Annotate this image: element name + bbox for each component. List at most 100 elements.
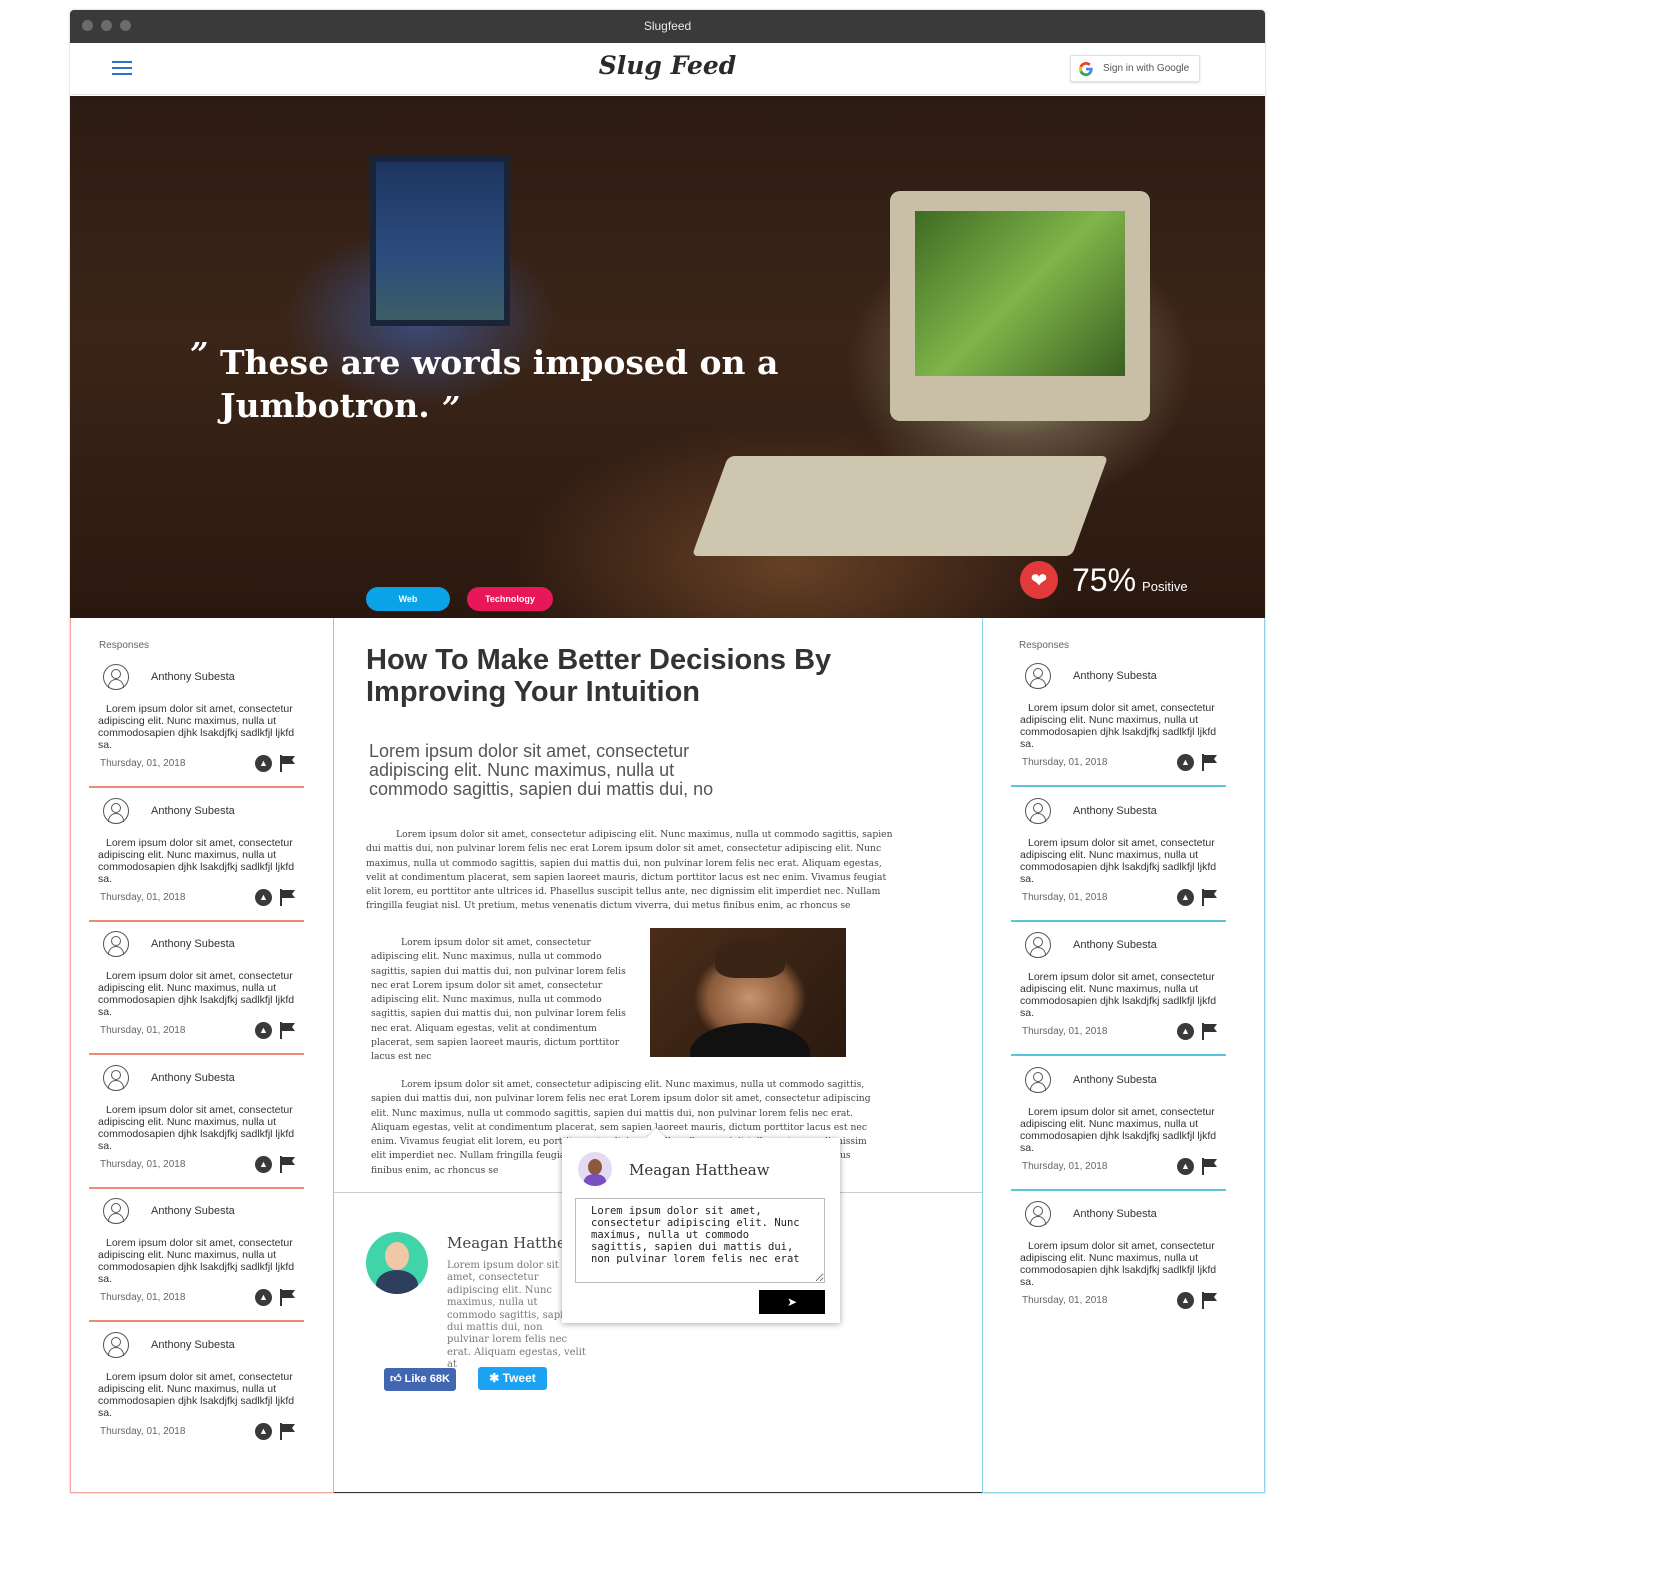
flag-icon[interactable] [1201,1157,1219,1175]
upvote-icon[interactable]: ▲ [1177,1292,1194,1309]
response-date: Thursday, 01, 2018 [1022,1160,1108,1172]
heart-icon[interactable]: ❤ [1020,561,1058,599]
response-date: Thursday, 01, 2018 [100,1425,186,1437]
article-photo [650,928,846,1057]
comment-popover: Meagan Hattheaw ➤ [562,1128,840,1323]
response-text: Lorem ipsum dolor sit amet, consectetur … [98,1103,295,1152]
rating-badge: ❤ 75% Positive [1020,561,1188,599]
flag-icon[interactable] [279,1422,297,1440]
response-author[interactable]: Anthony Subesta [1073,1208,1157,1220]
google-icon [1079,61,1093,76]
response-card: Anthony Subesta Lorem ipsum dolor sit ame… [1011,922,1245,1062]
hero-background-window [370,156,510,326]
response-card: Anthony Subesta Lorem ipsum dolor sit ame… [1011,653,1245,793]
facebook-like-label: Like 68K [404,1373,450,1385]
upvote-icon[interactable]: ▲ [1177,1023,1194,1040]
user-avatar-icon[interactable] [1025,663,1051,689]
flag-icon[interactable] [279,1288,297,1306]
upvote-icon[interactable]: ▲ [1177,1157,1194,1175]
comment-textarea[interactable] [575,1198,825,1283]
upvote-icon[interactable]: ▲ [255,1155,272,1173]
twitter-bird-icon: ✱ [489,1371,500,1385]
response-card: Anthony Subesta Lorem ipsum dolor sit ame… [89,921,323,1061]
response-card: Anthony Subesta Lorem ipsum dolor sit ame… [89,654,323,794]
user-avatar-icon[interactable] [103,1064,129,1091]
response-card: Anthony Subesta Lorem ipsum dolor sit ame… [89,1055,323,1195]
upvote-icon[interactable]: ▲ [255,755,272,772]
send-comment-button[interactable]: ➤ [759,1290,825,1314]
left-responses-column: Responses Anthony Subesta Lorem ipsum dol… [70,618,334,1493]
upvote-icon[interactable]: ▲ [1177,888,1194,906]
response-card: Anthony Subesta Lorem ipsum dolor sit ame… [1011,788,1245,928]
response-text: Lorem ipsum dolor sit amet, consectetur … [98,836,295,885]
user-avatar-icon[interactable] [1025,1201,1051,1227]
google-signin-label: Sign in with Google [1103,63,1190,74]
quote-close-mark: ” [442,389,461,427]
response-author[interactable]: Anthony Subesta [151,805,235,817]
response-card: Anthony Subesta Lorem ipsum dolor sit ame… [89,788,323,928]
response-date: Thursday, 01, 2018 [1022,1295,1108,1306]
response-date: Thursday, 01, 2018 [100,1025,186,1036]
flag-icon[interactable] [279,1155,297,1173]
left-responses-title: Responses [99,640,150,651]
tweet-button[interactable]: ✱ Tweet [478,1367,547,1390]
flag-icon[interactable] [1201,1022,1219,1040]
response-author[interactable]: Anthony Subesta [151,938,235,950]
response-text: Lorem ipsum dolor sit amet, consectetur … [98,970,295,1018]
article-paragraph-1: Lorem ipsum dolor sit amet, consectetur … [366,829,893,912]
response-author[interactable]: Anthony Subesta [151,1072,235,1084]
response-date: Thursday, 01, 2018 [100,891,186,903]
upvote-icon[interactable]: ▲ [255,1022,272,1039]
hero-jumbotron: ” These are words imposed on a Jumbotron… [70,96,1265,618]
article-lead: Lorem ipsum dolor sit amet, consectetur … [369,741,714,799]
response-text: Lorem ipsum dolor sit amet, consectetur … [1020,836,1217,885]
response-author[interactable]: Anthony Subesta [151,1339,235,1351]
response-author[interactable]: Anthony Subesta [1073,670,1157,682]
response-author[interactable]: Anthony Subesta [1073,939,1157,951]
response-author[interactable]: Anthony Subesta [151,1205,235,1217]
title-bar: Slugfeed [70,10,1265,43]
right-responses-column: Responses Anthony Subesta Lorem ipsum dol… [982,618,1265,1493]
response-date: Thursday, 01, 2018 [1022,891,1108,903]
response-author[interactable]: Anthony Subesta [1073,805,1157,817]
upvote-icon[interactable]: ▲ [1177,754,1194,771]
flag-icon[interactable] [279,888,297,906]
upvote-icon[interactable]: ▲ [255,888,272,906]
response-author[interactable]: Anthony Subesta [1073,1074,1157,1086]
flag-icon[interactable] [1201,1291,1219,1309]
user-avatar-icon[interactable] [1025,1066,1051,1093]
response-card: Anthony Subesta Lorem ipsum dolor sit ame… [1015,1191,1245,1331]
navbar: Slug Feed Sign in with Google [70,43,1265,95]
article-title: How To Make Better Decisions By Improvin… [366,644,832,708]
tag-web[interactable]: Web [366,587,450,611]
user-avatar-icon[interactable] [103,797,129,824]
user-avatar-icon[interactable] [103,931,129,957]
response-text: Lorem ipsum dolor sit amet, consectetur … [98,703,295,751]
upvote-icon[interactable]: ▲ [255,1422,272,1440]
flag-icon[interactable] [1201,888,1219,906]
response-author[interactable]: Anthony Subesta [151,671,235,683]
facebook-like-button[interactable]: 👍︎ Like 68K [384,1368,456,1391]
hero-quote: ” These are words imposed on a Jumbotron… [190,335,780,427]
response-date: Thursday, 01, 2018 [1022,757,1108,768]
flag-icon[interactable] [279,1021,297,1039]
user-avatar-icon[interactable] [103,664,129,690]
user-avatar-icon[interactable] [1025,932,1051,958]
response-text: Lorem ipsum dolor sit amet, consectetur … [1020,1240,1217,1288]
user-avatar-icon[interactable] [103,1198,129,1224]
flag-icon[interactable] [1201,753,1219,771]
user-avatar-icon[interactable] [1025,797,1051,824]
upvote-icon[interactable]: ▲ [255,1289,272,1306]
response-text: Lorem ipsum dolor sit amet, consectetur … [1020,702,1217,750]
hero-background-keyboard [691,456,1109,556]
author-avatar[interactable] [366,1232,428,1294]
response-text: Lorem ipsum dolor sit amet, consectetur … [1020,1105,1217,1154]
commenter-avatar [578,1152,612,1186]
article-paragraph-2: Lorem ipsum dolor sit amet, consectetur … [371,937,626,1063]
right-responses-title: Responses [1019,640,1070,651]
google-signin-button[interactable]: Sign in with Google [1070,55,1200,82]
flag-icon[interactable] [279,754,297,772]
tag-technology[interactable]: Technology [467,587,553,611]
user-avatar-icon[interactable] [103,1331,129,1358]
paper-plane-icon: ➤ [786,1295,798,1309]
